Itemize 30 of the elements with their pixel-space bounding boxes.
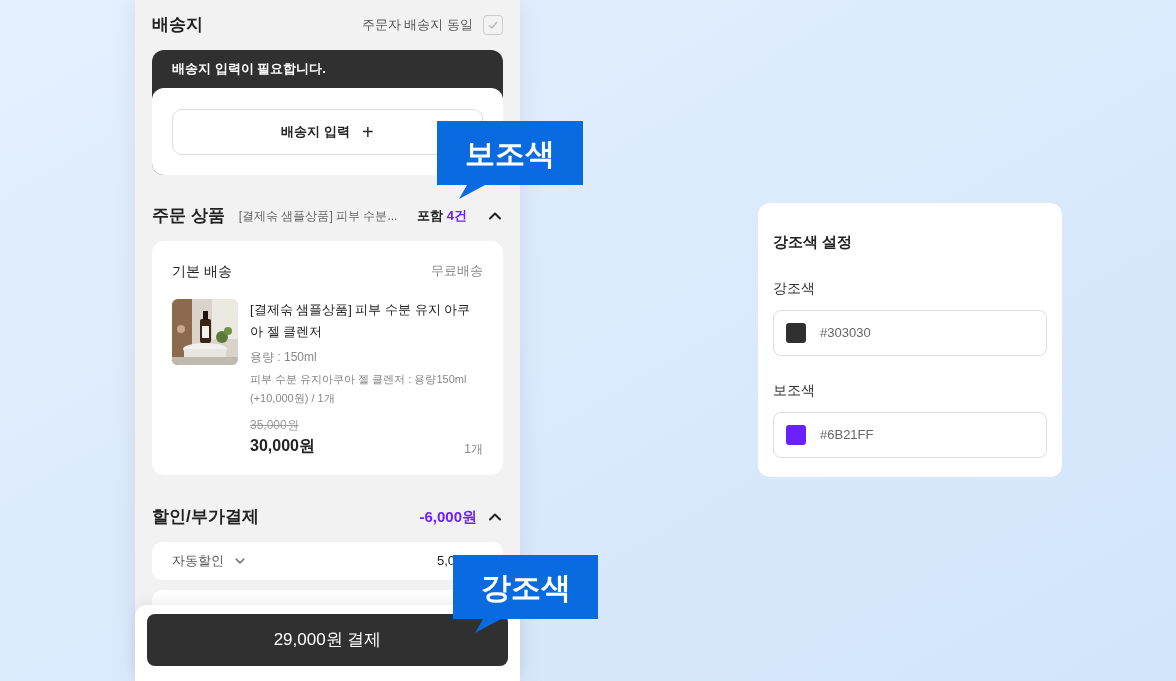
discount-total: -6,000원 xyxy=(419,506,477,527)
quantity: 1개 xyxy=(464,441,483,458)
delivery-group-title: 기본 배송 xyxy=(172,262,232,281)
section-title: 배송지 xyxy=(152,14,203,37)
pointer-icon xyxy=(459,185,485,199)
order-summary: [결제숚 샘플상품] 피부 수분... xyxy=(238,208,398,225)
shipping-fee: 무료배송 xyxy=(431,262,483,280)
discount-label: 자동할인 xyxy=(172,552,224,571)
callout-tooltip: 강조색 xyxy=(453,555,598,633)
section-title: 주문 상품 xyxy=(152,205,225,228)
check-icon xyxy=(487,19,499,31)
checkbox-label: 주문자 배송지 동일 xyxy=(361,16,473,35)
item-count: 4건 xyxy=(446,207,467,226)
notice-text: 배송지 입력이 필요합니다. xyxy=(171,60,327,79)
section-title: 할인/부가결제 xyxy=(152,506,259,529)
include-label: 포함 xyxy=(416,207,443,226)
product-name: [결제숚 샘플상품] 피부 수분 유지 아쿠아 젤 클렌저 xyxy=(250,301,472,341)
field-label: 강조색 xyxy=(773,278,816,298)
color-field[interactable]: #303030 xyxy=(773,309,1047,356)
pay-button[interactable]: 29,000원 결제 xyxy=(147,614,508,666)
settings-title: 강조색 설정 xyxy=(773,232,854,252)
callout-tooltip: 보조색 xyxy=(437,121,583,199)
field-label: 보조색 xyxy=(773,380,816,400)
original-price: 35,000원 xyxy=(250,417,300,434)
sale-price: 30,000원 xyxy=(250,436,315,456)
product-option: 용량 : 150ml xyxy=(250,348,483,366)
color-field[interactable]: #6B21FF xyxy=(773,411,1047,458)
pointer-icon xyxy=(475,619,501,633)
product-detail: 피부 수분 유지아쿠아 젤 클렌저 : 용량150ml (+10,000원) / 1개 xyxy=(250,372,468,406)
checkbox[interactable] xyxy=(483,15,503,35)
